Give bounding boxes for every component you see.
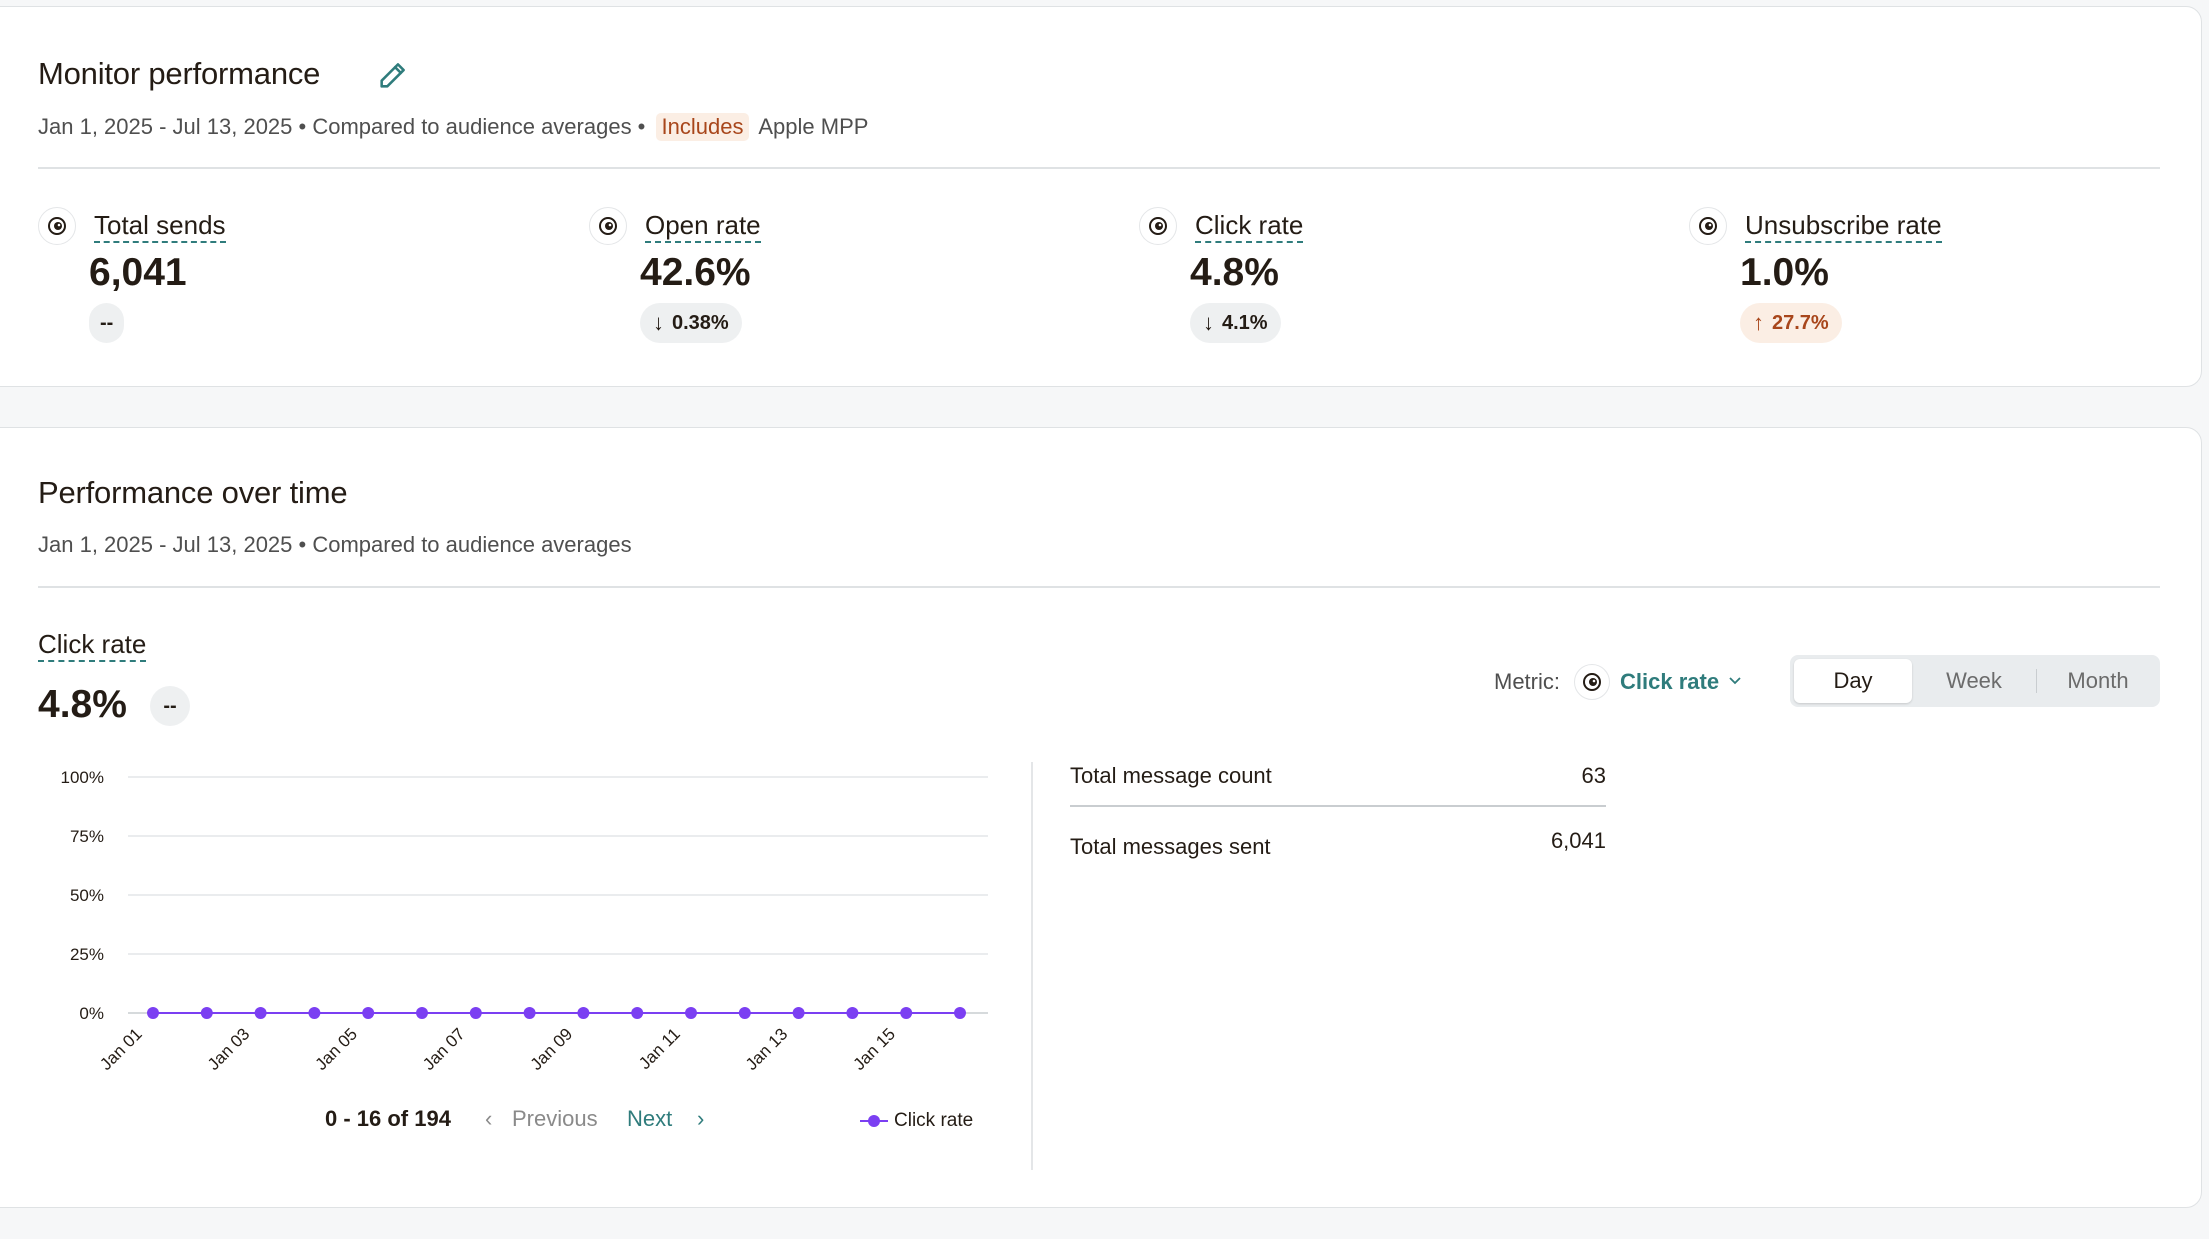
x-tick-label: Jan 11 — [635, 1024, 684, 1073]
monitor-date-range: Jan 1, 2025 - Jul 13, 2025 — [38, 114, 293, 139]
metric-selector-label: Metric: — [1494, 669, 1560, 694]
data-point — [416, 1007, 428, 1019]
data-point — [254, 1007, 267, 1019]
chevron-down-icon[interactable] — [1727, 672, 1743, 693]
data-point — [738, 1007, 751, 1019]
y-tick-label: 25% — [70, 945, 104, 964]
metric-label[interactable]: Unsubscribe rate — [1745, 209, 1942, 243]
metric-label[interactable]: Total sends — [94, 209, 226, 243]
metric-change-badge: ↓ 4.1% — [1190, 303, 1281, 343]
arrow-down-icon: ↓ — [1203, 310, 1214, 335]
click-rate-line-chart: 0% 25% 50% 75% 100% Jan 01 Jan 03 Jan 05 Jan 07 J… — [61, 768, 988, 1074]
metric-value: 1.0% — [1740, 251, 1829, 294]
granularity-toggle: Day Week Month — [1790, 655, 2160, 707]
selected-metric-badge: -- — [150, 686, 190, 726]
x-tick-label: Jan 03 — [204, 1024, 254, 1074]
chart-stats-divider — [1031, 762, 1033, 1170]
mailchimp-freddie-icon — [1689, 207, 1727, 245]
chevron-right-icon[interactable]: › — [697, 1106, 704, 1132]
monitor-subtitle: Jan 1, 2025 - Jul 13, 2025 • Compared to… — [38, 113, 868, 141]
monitor-compared: • Compared to audience averages • — [298, 114, 646, 139]
performance-divider — [38, 586, 2160, 588]
data-point — [362, 1007, 375, 1019]
stat-label: Total message count — [1070, 763, 1272, 788]
y-tick-label: 75% — [70, 827, 104, 846]
y-tick-label: 50% — [70, 886, 104, 905]
x-tick-label: Jan 05 — [311, 1024, 361, 1074]
granularity-day[interactable]: Day — [1794, 659, 1912, 703]
metric-change-value: 27.7% — [1772, 311, 1829, 334]
previous-button[interactable]: Previous — [512, 1106, 598, 1132]
x-tick-label: Jan 15 — [849, 1024, 899, 1074]
includes-badge: Includes — [655, 113, 750, 141]
performance-date-range: Jan 1, 2025 - Jul 13, 2025 — [38, 532, 293, 557]
y-tick-label: 100% — [61, 768, 104, 787]
data-point — [469, 1007, 482, 1019]
performance-compared: • Compared to audience averages — [298, 532, 632, 557]
stat-value: 63 — [1581, 763, 1606, 788]
pagination-range: 0 - 16 of 194 — [325, 1106, 451, 1131]
x-tick-label: Jan 09 — [527, 1024, 577, 1074]
stat-label: Total messages sent — [1070, 834, 1271, 859]
metric-selector[interactable]: Metric: Click rate — [1494, 664, 1743, 700]
monitor-divider — [38, 167, 2160, 169]
metric-change-value: 0.38% — [672, 311, 729, 334]
data-point — [685, 1007, 697, 1019]
chevron-left-icon[interactable]: ‹ — [485, 1106, 492, 1132]
apple-mpp-text: Apple MPP — [758, 114, 869, 139]
legend-label: Click rate — [894, 1110, 974, 1131]
metric-label[interactable]: Open rate — [645, 209, 761, 243]
monitor-title: Monitor performance — [38, 56, 321, 91]
selected-metric-label[interactable]: Click rate — [38, 628, 147, 662]
x-tick-label: Jan 01 — [96, 1024, 146, 1074]
performance-title: Performance over time — [38, 475, 348, 510]
arrow-down-icon: ↓ — [653, 310, 664, 335]
mailchimp-freddie-icon — [1574, 664, 1610, 700]
stat-total-messages-sent: Total messages sent 6,041 — [1070, 828, 1606, 860]
metric-change-badge: ↓ 0.38% — [640, 303, 742, 343]
data-point — [900, 1007, 913, 1019]
metric-change-value: 4.1% — [1222, 311, 1268, 334]
metric-label[interactable]: Click rate — [1195, 209, 1304, 243]
mailchimp-freddie-icon — [589, 207, 627, 245]
data-point — [631, 1007, 644, 1019]
chart-legend: Click rate — [860, 1110, 973, 1132]
data-point — [200, 1007, 213, 1019]
segment-separator — [2036, 669, 2037, 693]
monitor-performance-card — [0, 6, 2202, 387]
mailchimp-freddie-icon — [1139, 207, 1177, 245]
data-point — [954, 1007, 966, 1019]
metric-selector-value[interactable]: Click rate — [1620, 669, 1719, 695]
data-point — [792, 1007, 805, 1019]
data-point — [308, 1007, 321, 1019]
metric-change-badge: -- — [89, 303, 125, 343]
stat-divider — [1070, 805, 1606, 807]
granularity-week[interactable]: Week — [1918, 659, 2030, 703]
arrow-up-icon: ↑ — [1753, 310, 1764, 335]
performance-subtitle: Jan 1, 2025 - Jul 13, 2025 • Compared to… — [38, 532, 632, 558]
metric-change-value: -- — [100, 311, 114, 334]
data-point — [577, 1007, 590, 1019]
x-tick-label: Jan 07 — [419, 1024, 469, 1074]
granularity-month[interactable]: Month — [2040, 659, 2156, 703]
data-point — [147, 1007, 159, 1019]
metric-change-badge: ↑ 27.7% — [1740, 303, 1842, 343]
pencil-icon[interactable] — [376, 58, 410, 92]
metric-value: 42.6% — [640, 251, 751, 294]
selected-metric-value: 4.8% — [38, 683, 127, 726]
metric-value: 6,041 — [89, 251, 187, 294]
y-tick-label: 0% — [79, 1004, 104, 1023]
stat-total-message-count: Total message count 63 — [1070, 763, 1606, 789]
next-button[interactable]: Next — [627, 1106, 672, 1132]
data-point — [523, 1007, 536, 1019]
stat-value: 6,041 — [1550, 828, 1606, 853]
legend-swatch — [860, 1115, 888, 1127]
mailchimp-freddie-icon — [38, 207, 76, 245]
data-point — [846, 1007, 859, 1019]
x-tick-label: Jan 13 — [742, 1024, 792, 1074]
metric-value: 4.8% — [1190, 251, 1279, 294]
